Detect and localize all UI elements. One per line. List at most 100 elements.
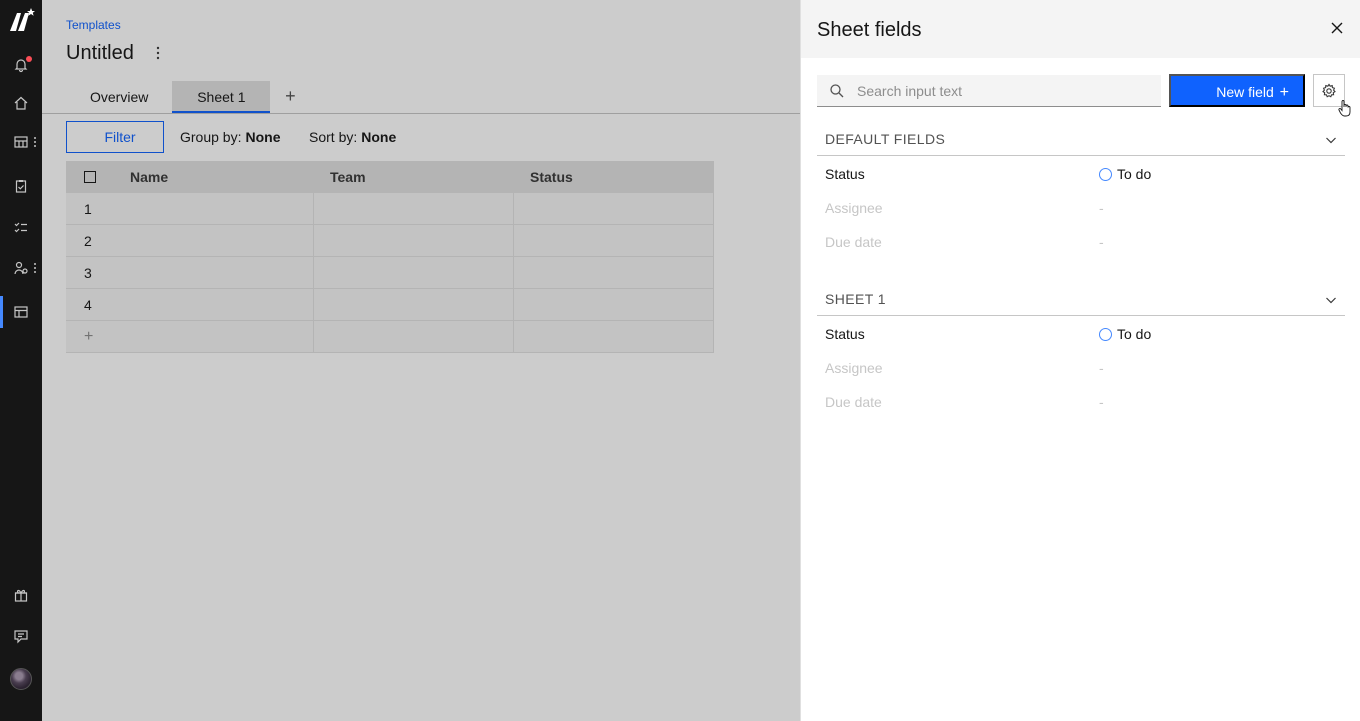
- cell-status[interactable]: [514, 289, 714, 320]
- add-row-button[interactable]: +: [66, 321, 130, 352]
- status-ring-icon: [1099, 327, 1112, 341]
- cell-status[interactable]: [514, 225, 714, 256]
- chevron-down-icon[interactable]: [1325, 134, 1337, 146]
- cell-name[interactable]: [130, 289, 314, 320]
- field-value: -: [1099, 200, 1104, 216]
- row-number: 4: [84, 297, 92, 313]
- breadcrumb-templates[interactable]: Templates: [66, 18, 121, 32]
- cell-name[interactable]: [130, 257, 314, 288]
- row-number: 2: [84, 233, 92, 249]
- field-label: Status: [825, 166, 865, 182]
- section-header[interactable]: DEFAULT FIELDS: [817, 124, 1345, 156]
- cell-team[interactable]: [314, 289, 514, 320]
- gift-icon[interactable]: [12, 586, 30, 604]
- select-all-cell: [66, 161, 130, 192]
- field-value: -: [1099, 360, 1104, 376]
- column-header-status[interactable]: Status: [514, 161, 714, 192]
- add-tab-button[interactable]: +: [270, 81, 310, 113]
- table-row: 2: [66, 225, 714, 257]
- chevron-down-icon[interactable]: [1325, 294, 1337, 306]
- status-value: To do: [1117, 326, 1152, 342]
- clipboard-check-icon[interactable]: [12, 177, 30, 195]
- panel-title: Sheet fields: [817, 19, 922, 41]
- add-row: +: [66, 321, 714, 353]
- select-all-checkbox[interactable]: [84, 171, 96, 184]
- table-icon[interactable]: [12, 133, 30, 151]
- field-row[interactable]: Assignee -: [817, 350, 1345, 384]
- table-row: 4: [66, 289, 714, 321]
- active-indicator: [0, 296, 3, 328]
- close-icon: [1331, 22, 1343, 34]
- cell-team[interactable]: [314, 225, 514, 256]
- table-menu-icon[interactable]: [32, 136, 38, 148]
- group-by-control[interactable]: Group by: None: [180, 129, 280, 145]
- hand-cursor-icon: [1338, 100, 1351, 117]
- new-field-label: New field: [1216, 84, 1274, 100]
- sheet-fields-panel: Sheet fields New field + DEFAULT FIELDS …: [800, 0, 1360, 721]
- field-label: Due date: [825, 234, 882, 250]
- table-row: 3: [66, 257, 714, 289]
- main-content: Templates Untitled Overview Sheet 1 + Fi…: [42, 0, 800, 721]
- row-number: 3: [84, 265, 92, 281]
- field-row[interactable]: Status To do: [817, 316, 1345, 350]
- sort-by-value: None: [361, 129, 397, 145]
- field-search: [817, 75, 1161, 107]
- column-header-team[interactable]: Team: [314, 161, 514, 192]
- field-label: Status: [825, 326, 865, 342]
- user-avatar[interactable]: [10, 668, 32, 690]
- sheet-tabs: Overview Sheet 1 +: [66, 81, 310, 113]
- chat-icon[interactable]: [12, 627, 30, 645]
- section-title: DEFAULT FIELDS: [825, 131, 946, 147]
- user-roles-icon[interactable]: [12, 259, 30, 277]
- sort-by-control[interactable]: Sort by: None: [309, 129, 396, 145]
- task-list-icon[interactable]: [12, 219, 30, 237]
- sheet-1-section: SHEET 1 Status To do Assignee - Due date…: [817, 284, 1345, 418]
- cell-name: [130, 321, 314, 352]
- field-value: To do: [1099, 166, 1151, 182]
- cell-name[interactable]: [130, 193, 314, 224]
- field-value: -: [1099, 394, 1104, 410]
- search-input[interactable]: [857, 75, 1153, 107]
- field-row[interactable]: Status To do: [817, 156, 1345, 190]
- section-header[interactable]: SHEET 1: [817, 284, 1345, 316]
- row-number: 1: [84, 201, 92, 217]
- cell-team: [314, 321, 514, 352]
- new-field-button[interactable]: New field +: [1169, 74, 1305, 107]
- field-value: To do: [1099, 326, 1151, 342]
- field-label: Due date: [825, 394, 882, 410]
- column-header-name[interactable]: Name: [130, 161, 314, 192]
- cell-team[interactable]: [314, 257, 514, 288]
- cell-status: [514, 321, 714, 352]
- app-logo-icon[interactable]: [8, 7, 36, 35]
- gear-icon: [1322, 83, 1336, 97]
- notification-badge: [26, 56, 32, 62]
- user-roles-menu-icon[interactable]: [32, 262, 38, 274]
- cell-name[interactable]: [130, 225, 314, 256]
- template-icon[interactable]: [12, 303, 30, 321]
- close-button[interactable]: [1325, 16, 1349, 40]
- status-ring-icon: [1099, 167, 1112, 181]
- page-title: Untitled: [66, 42, 134, 64]
- group-by-label: Group by:: [180, 129, 242, 145]
- cell-status[interactable]: [514, 257, 714, 288]
- field-row[interactable]: Assignee -: [817, 190, 1345, 224]
- home-icon[interactable]: [12, 94, 30, 112]
- tab-overview[interactable]: Overview: [66, 81, 172, 113]
- sort-by-label: Sort by:: [309, 129, 358, 145]
- tab-sheet-1[interactable]: Sheet 1: [172, 81, 271, 113]
- section-title: SHEET 1: [825, 291, 886, 307]
- search-icon: [830, 84, 844, 98]
- cell-status[interactable]: [514, 193, 714, 224]
- cell-team[interactable]: [314, 193, 514, 224]
- status-value: To do: [1117, 166, 1152, 182]
- field-value: -: [1099, 234, 1104, 250]
- field-row[interactable]: Due date -: [817, 384, 1345, 418]
- sheet-grid: Name Team Status 1 2 3 4 +: [66, 161, 714, 353]
- filter-button[interactable]: Filter: [66, 121, 164, 153]
- field-row[interactable]: Due date -: [817, 224, 1345, 258]
- title-overflow-menu-icon[interactable]: [154, 45, 162, 61]
- add-icon: +: [1279, 84, 1289, 101]
- field-label: Assignee: [825, 360, 883, 376]
- default-fields-section: DEFAULT FIELDS Status To do Assignee - D…: [817, 124, 1345, 258]
- grid-header-row: Name Team Status: [66, 161, 714, 193]
